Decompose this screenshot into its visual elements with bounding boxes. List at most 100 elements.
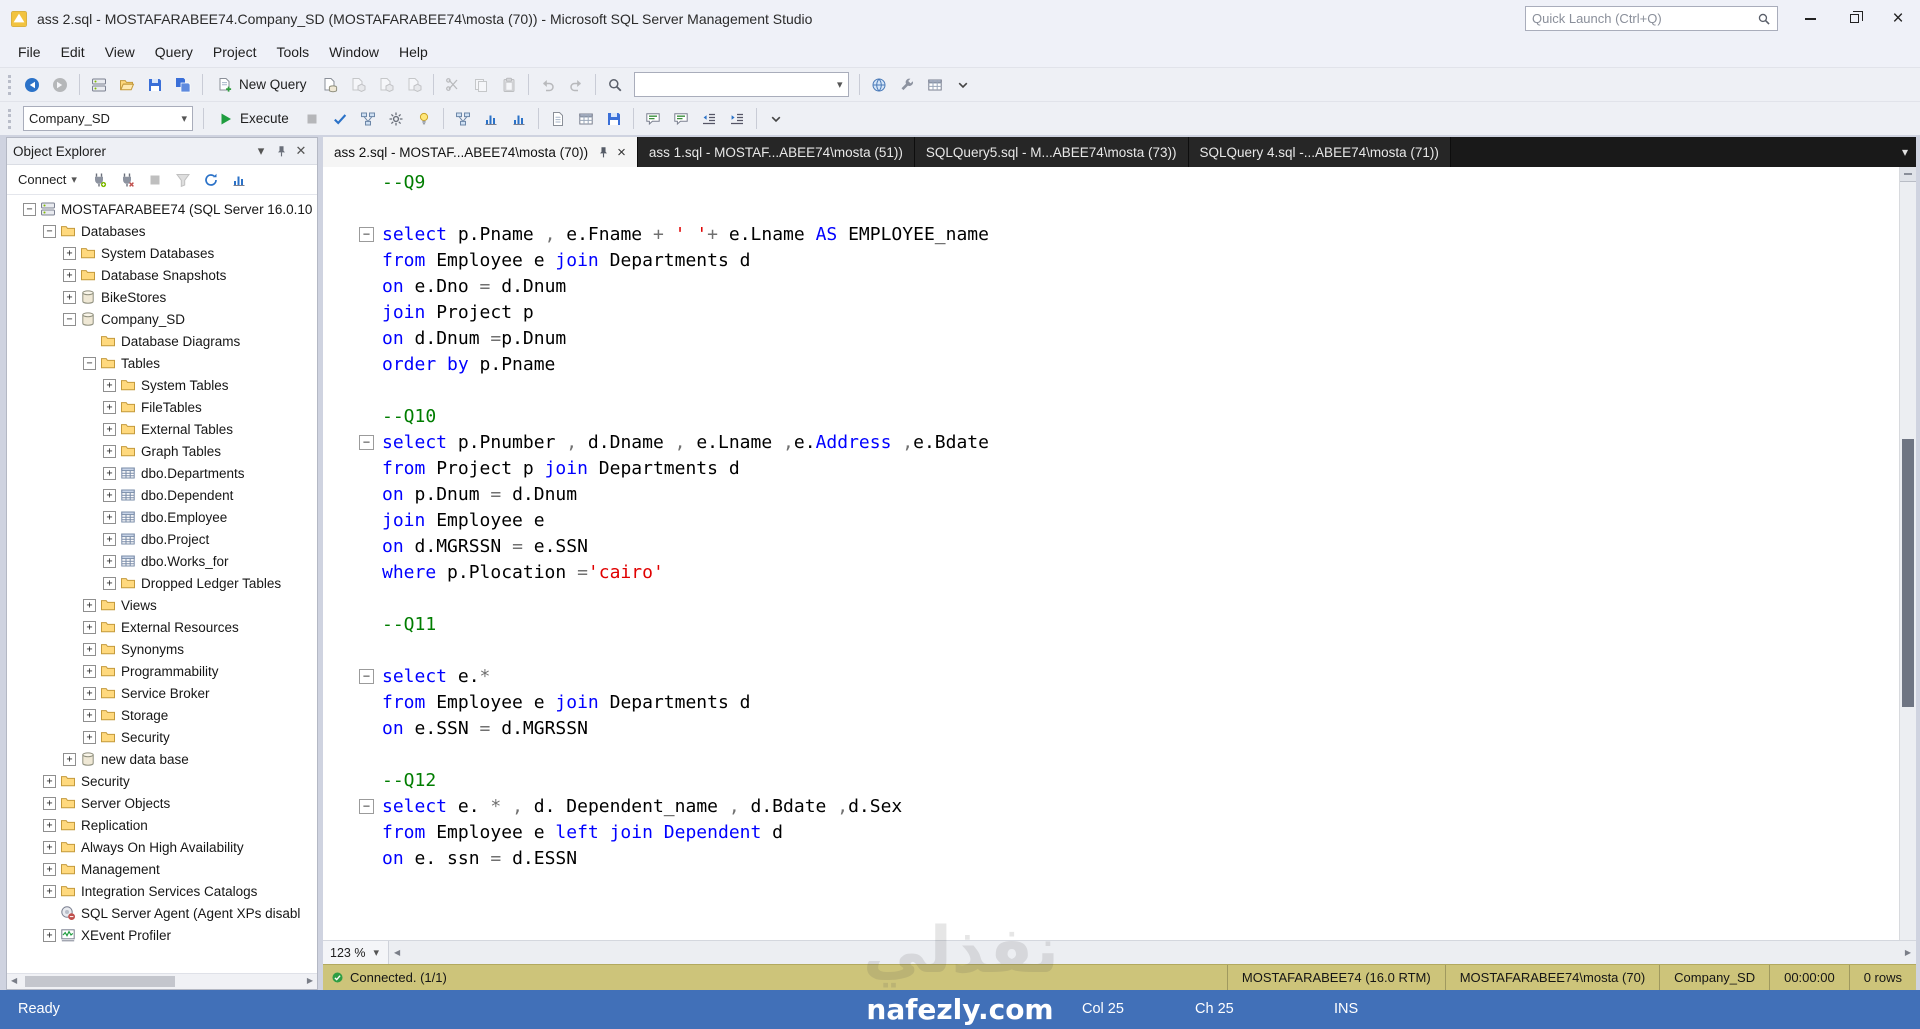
undo-icon[interactable]: [535, 72, 561, 97]
tree-item-filetables[interactable]: + FileTables: [7, 396, 317, 418]
code-line[interactable]: [323, 378, 1916, 404]
menu-project[interactable]: Project: [203, 37, 267, 67]
template-explorer-icon[interactable]: [922, 72, 948, 97]
paste-icon[interactable]: [496, 72, 522, 97]
tree-item-bikestores[interactable]: + BikeStores: [7, 286, 317, 308]
tree-item-new-data-base[interactable]: + new data base: [7, 748, 317, 770]
results-to-file-icon[interactable]: [601, 106, 627, 131]
expander-expand-icon[interactable]: +: [83, 598, 96, 612]
tree-item-graph-tables[interactable]: + Graph Tables: [7, 440, 317, 462]
database-selector[interactable]: Company_SD ▾: [23, 106, 193, 131]
tree-item-dbo-employee[interactable]: + dbo.Employee: [7, 506, 317, 528]
sql-editor[interactable]: --Q9− select p.Pname , e.Fname + ' '+ e.L…: [323, 167, 1916, 940]
tree-item-system-databases[interactable]: + System Databases: [7, 242, 317, 264]
expander-expand-icon[interactable]: +: [43, 796, 56, 810]
tree-item-sql-server-agent-agent-xps-disabl[interactable]: SQL Server Agent (Agent XPs disabl: [7, 902, 317, 924]
manage-connections-icon[interactable]: [86, 72, 112, 97]
expander-collapse-icon[interactable]: −: [43, 224, 56, 238]
connect-server-icon[interactable]: [86, 167, 112, 192]
expander-expand-icon[interactable]: +: [103, 466, 116, 480]
new-analysis-query-icon[interactable]: [345, 72, 371, 97]
tree-item-dbo-project[interactable]: + dbo.Project: [7, 528, 317, 550]
scroll-left-arrow-icon[interactable]: ◀: [11, 976, 17, 985]
tree-item-company-sd[interactable]: − Company_SD: [7, 308, 317, 330]
tree-item-storage[interactable]: + Storage: [7, 704, 317, 726]
tree-item-dbo-works-for[interactable]: + dbo.Works_for: [7, 550, 317, 572]
new-database-engine-query-icon[interactable]: [317, 72, 343, 97]
new-xmla-query-icon[interactable]: [401, 72, 427, 97]
scroll-left-arrow-icon[interactable]: ◀: [394, 948, 400, 957]
cancel-query-icon[interactable]: [299, 106, 325, 131]
pin-icon[interactable]: [597, 146, 610, 159]
parse-query-icon[interactable]: [327, 106, 353, 131]
close-icon[interactable]: ×: [617, 145, 626, 160]
expander-expand-icon[interactable]: +: [103, 532, 116, 546]
tree-item-server-objects[interactable]: + Server Objects: [7, 792, 317, 814]
intellisense-icon[interactable]: [411, 106, 437, 131]
new-dmx-query-icon[interactable]: [373, 72, 399, 97]
tab-ass-1-sql-mostaf-abee74-mosta-[interactable]: ass 1.sql - MOSTAF...ABEE74\mosta (51)): [637, 137, 915, 167]
active-files-chevron-icon[interactable]: ▾: [1902, 137, 1908, 167]
connect-button[interactable]: Connect ▾: [11, 168, 84, 192]
editor-splitter-handle[interactable]: [1900, 167, 1916, 182]
tree-item-mostafarabee74-sql-server-16-0-10[interactable]: − MOSTAFARABEE74 (SQL Server 16.0.10: [7, 198, 317, 220]
toolbar-grip[interactable]: [8, 108, 12, 129]
window-position-chevron-icon[interactable]: ▾: [251, 141, 271, 161]
tree-item-external-resources[interactable]: + External Resources: [7, 616, 317, 638]
expander-expand-icon[interactable]: +: [63, 246, 76, 260]
tree-item-dbo-departments[interactable]: + dbo.Departments: [7, 462, 317, 484]
tree-item-management[interactable]: + Management: [7, 858, 317, 880]
fold-toggle-icon[interactable]: −: [359, 435, 374, 450]
menu-help[interactable]: Help: [389, 37, 438, 67]
web-browser-icon[interactable]: [866, 72, 892, 97]
close-icon[interactable]: ✕: [291, 141, 311, 161]
menu-file[interactable]: File: [8, 37, 51, 67]
menu-tools[interactable]: Tools: [266, 37, 319, 67]
toolbar-overflow-chevron[interactable]: [763, 106, 789, 131]
execute-button[interactable]: Execute: [210, 106, 297, 131]
query-options-icon[interactable]: [383, 106, 409, 131]
expander-expand-icon[interactable]: +: [103, 554, 116, 568]
code-line[interactable]: − select p.Pnumber , d.Dname , e.Lname ,e…: [323, 430, 1916, 456]
expander-expand-icon[interactable]: +: [83, 620, 96, 634]
filter-icon[interactable]: [170, 167, 196, 192]
expander-expand-icon[interactable]: +: [83, 708, 96, 722]
code-line[interactable]: --Q10: [323, 404, 1916, 430]
scrollbar-thumb[interactable]: [25, 976, 175, 987]
expander-expand-icon[interactable]: +: [103, 400, 116, 414]
restore-button[interactable]: [1832, 0, 1876, 37]
expander-expand-icon[interactable]: +: [43, 884, 56, 898]
fold-toggle-icon[interactable]: −: [359, 227, 374, 242]
forward-button[interactable]: [47, 72, 73, 97]
refresh-icon[interactable]: [198, 167, 224, 192]
minimize-button[interactable]: [1788, 0, 1832, 37]
scrollbar-thumb[interactable]: [1902, 439, 1914, 707]
tree-item-dbo-dependent[interactable]: + dbo.Dependent: [7, 484, 317, 506]
code-line[interactable]: order by p.Pname: [323, 352, 1916, 378]
tree-item-database-diagrams[interactable]: Database Diagrams: [7, 330, 317, 352]
results-to-grid-icon[interactable]: [573, 106, 599, 131]
find-combobox[interactable]: ▾: [633, 72, 849, 97]
code-line[interactable]: --Q12: [323, 768, 1916, 794]
expander-expand-icon[interactable]: +: [103, 444, 116, 458]
editor-horizontal-scrollbar[interactable]: ◀ ▶: [389, 941, 1916, 964]
tree-item-security[interactable]: + Security: [7, 770, 317, 792]
menu-edit[interactable]: Edit: [51, 37, 95, 67]
code-line[interactable]: join Project p: [323, 300, 1916, 326]
tree-item-databases[interactable]: − Databases: [7, 220, 317, 242]
expander-expand-icon[interactable]: +: [43, 818, 56, 832]
code-line[interactable]: from Employee e left join Dependent d: [323, 820, 1916, 846]
uncomment-selection-icon[interactable]: [668, 106, 694, 131]
copy-icon[interactable]: [468, 72, 494, 97]
tree-item-always-on-high-availability[interactable]: + Always On High Availability: [7, 836, 317, 858]
code-line[interactable]: from Employee e join Departments d: [323, 690, 1916, 716]
live-query-stats-icon[interactable]: [478, 106, 504, 131]
properties-window-icon[interactable]: [894, 72, 920, 97]
expander-expand-icon[interactable]: +: [83, 642, 96, 656]
menu-window[interactable]: Window: [319, 37, 389, 67]
code-line[interactable]: --Q9: [323, 170, 1916, 196]
expander-expand-icon[interactable]: +: [83, 730, 96, 744]
estimated-plan-icon[interactable]: [355, 106, 381, 131]
tree-item-service-broker[interactable]: + Service Broker: [7, 682, 317, 704]
search-icon[interactable]: [1757, 12, 1771, 26]
